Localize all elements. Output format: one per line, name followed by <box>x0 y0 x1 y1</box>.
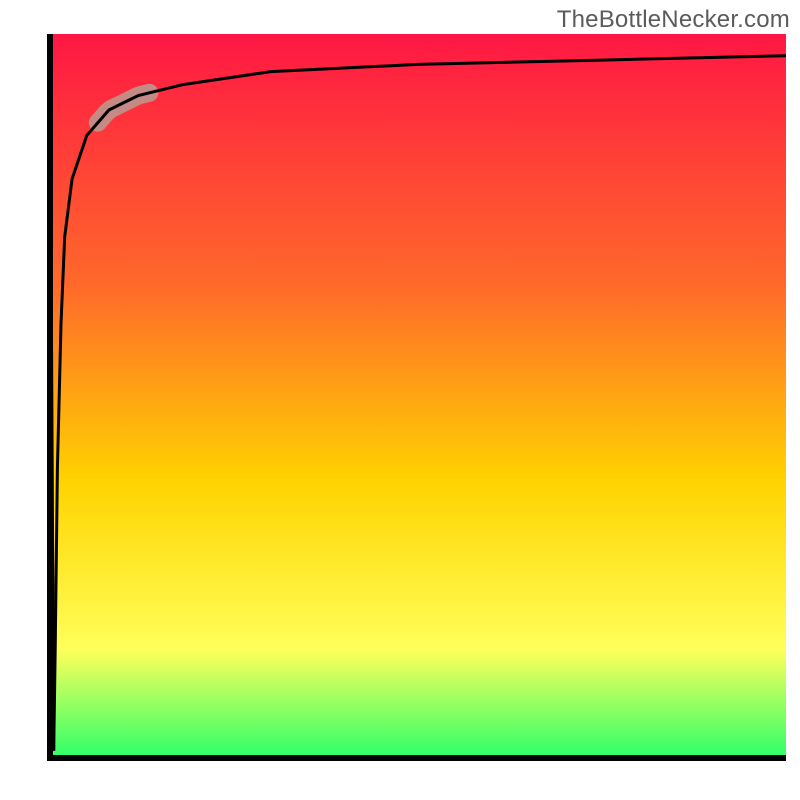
plot-background <box>50 34 786 758</box>
chart-svg <box>0 0 800 800</box>
chart-stage: TheBottleNecker.com <box>0 0 800 800</box>
